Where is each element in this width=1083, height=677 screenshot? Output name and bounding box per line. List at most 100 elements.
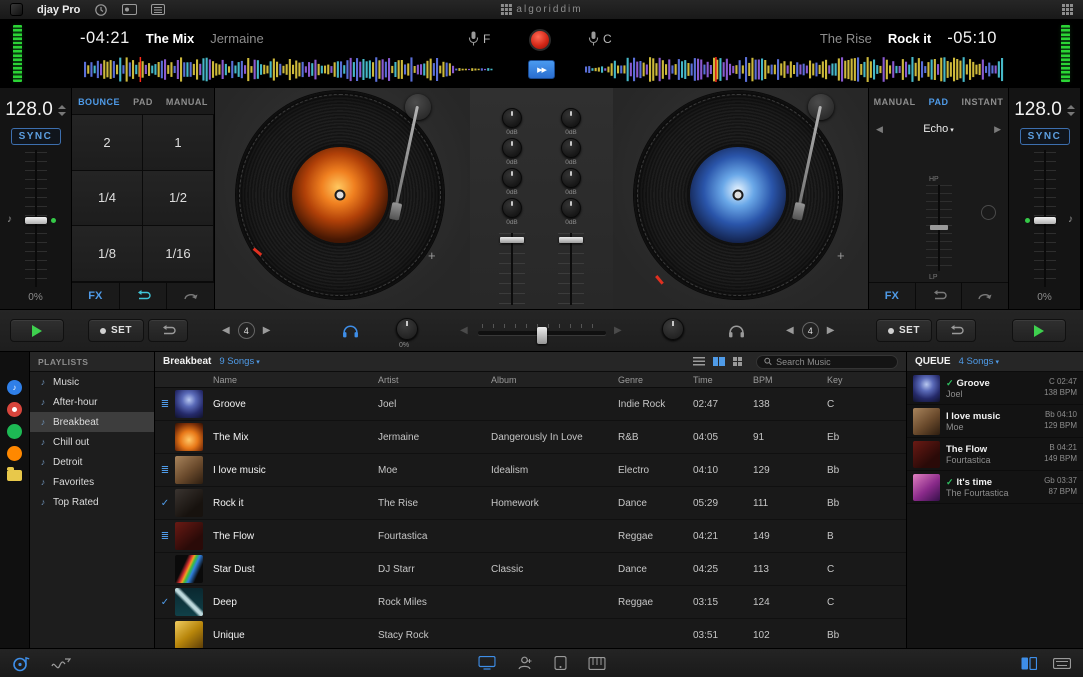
cue-mix-knob[interactable]: [396, 318, 418, 340]
track-row-the-flow[interactable]: ≣ The Flow Fourtastica Reggae 04:21 149 B: [155, 520, 906, 553]
deck-b-bpm-value[interactable]: 128.0: [1014, 99, 1062, 121]
deck-a-cue-set-button[interactable]: SET: [88, 319, 144, 342]
bpm-stepper[interactable]: [1066, 104, 1075, 116]
queue-item-i-love-music[interactable]: I love music Moe Bb 04:10 129 BPM: [907, 405, 1083, 438]
bpm-stepper[interactable]: [57, 104, 66, 116]
deck-b-play-button[interactable]: [1012, 319, 1066, 342]
sidebar-item-favorites[interactable]: ♪ Favorites: [30, 472, 154, 492]
queue-count-dropdown[interactable]: 4 Songs ▾: [959, 356, 999, 367]
deck-b-loop-button[interactable]: [936, 319, 976, 342]
deck-b-time-remaining[interactable]: -05:10: [947, 29, 997, 48]
deck-b-headphone-cue-icon[interactable]: [728, 324, 745, 341]
track-row-rock-it[interactable]: ✓ Rock it The Rise Homework Dance 05:29 111 Bb: [155, 487, 906, 520]
loop-pad-2[interactable]: 2: [72, 115, 143, 171]
sidebar-item-music[interactable]: ♪ Music: [30, 372, 154, 392]
beat-jump-amount[interactable]: 4: [237, 322, 255, 339]
sort-list-icon[interactable]: [692, 357, 705, 366]
fade-next-icon[interactable]: ▶: [614, 325, 622, 336]
decks-view-icon[interactable]: [122, 4, 138, 15]
column-header-album[interactable]: Album: [491, 375, 618, 385]
column-header-key[interactable]: Key: [827, 375, 906, 385]
fade-prev-icon[interactable]: ◀: [460, 325, 468, 336]
deck-a-sync-button[interactable]: SYNC: [10, 128, 61, 145]
deck-a-waveform[interactable]: [84, 57, 496, 82]
eq-knob[interactable]: [502, 168, 522, 188]
loop-pad-1-8[interactable]: 1/8: [72, 226, 143, 282]
deck-a-loop-button[interactable]: [148, 319, 188, 342]
eq-knob[interactable]: [561, 168, 581, 188]
deck-b-cue-set-button[interactable]: SET: [876, 319, 932, 342]
automix-next-button[interactable]: ▶▶: [528, 60, 555, 79]
track-row-deep[interactable]: ✓ Deep Rock Miles Reggae 03:15 124 C: [155, 586, 906, 619]
fx-mix-knob[interactable]: [662, 318, 684, 340]
deck-b-slip-button[interactable]: [962, 283, 1008, 309]
next-effect-arrow[interactable]: ▶: [994, 124, 1001, 135]
deck-a-bpm-value[interactable]: 128.0: [5, 99, 53, 121]
fx-amount-knob[interactable]: [981, 205, 996, 220]
loop-pad-1-4[interactable]: 1/4: [72, 170, 143, 227]
pitch-slider-handle[interactable]: [1033, 217, 1056, 225]
search-box[interactable]: [756, 354, 898, 369]
search-input[interactable]: [776, 356, 890, 367]
deck-b-platter[interactable]: [634, 91, 842, 299]
sidebar-item-breakbeat[interactable]: ♪ Breakbeat: [30, 412, 154, 432]
deck-a-loop-button[interactable]: [120, 283, 168, 309]
track-row-the-mix[interactable]: The Mix Jermaine Dangerously In Love R&B 04:…: [155, 421, 906, 454]
eq-knob[interactable]: [561, 198, 581, 218]
beat-jump-fwd[interactable]: ▶: [827, 325, 835, 336]
tab-pad[interactable]: PAD: [133, 97, 153, 107]
device-icon[interactable]: [554, 656, 566, 670]
sidebar-item-top-rated[interactable]: ♪ Top Rated: [30, 492, 154, 512]
deck-a-play-button[interactable]: [10, 319, 64, 342]
filter-slider[interactable]: HP LP: [926, 176, 952, 281]
queue-item-the-flow[interactable]: The Flow Fourtastica B 04:21 149 BPM: [907, 438, 1083, 471]
deck-b-loop-button[interactable]: [916, 283, 963, 309]
user-profile-icon[interactable]: [517, 656, 532, 670]
beat-jump-back[interactable]: ◀: [222, 325, 230, 336]
eq-knob[interactable]: [561, 108, 581, 128]
filter-handle[interactable]: [930, 225, 948, 230]
tab-bounce[interactable]: BOUNCE: [78, 97, 120, 107]
beat-jump-back[interactable]: ◀: [786, 325, 794, 336]
key-lock-icon[interactable]: ♪: [7, 214, 12, 225]
panels-toggle-icon[interactable]: [1021, 656, 1037, 670]
eq-knob[interactable]: [502, 138, 522, 158]
songs-count-dropdown[interactable]: 9 Songs ▾: [219, 356, 259, 367]
pitch-slider-handle[interactable]: [24, 217, 47, 225]
record-button[interactable]: [529, 29, 551, 51]
keyboard-icon[interactable]: [1053, 657, 1071, 669]
key-lock-icon[interactable]: ♪: [1068, 214, 1073, 225]
crossfader[interactable]: [478, 324, 606, 344]
display-output-icon[interactable]: [478, 656, 495, 670]
sync-status-icon[interactable]: [94, 3, 108, 17]
eq-knob[interactable]: [502, 108, 522, 128]
beat-jump-amount[interactable]: 4: [801, 322, 819, 339]
deck-b-sync-button[interactable]: SYNC: [1019, 128, 1070, 145]
tab-instant[interactable]: INSTANT: [962, 97, 1004, 107]
deck-a-pitch-slider[interactable]: ♪: [0, 150, 71, 287]
djay-library-source-icon[interactable]: ♪: [7, 380, 22, 395]
vinyl-source-icon[interactable]: [7, 402, 22, 417]
library-view-icon[interactable]: [151, 4, 166, 15]
apps-grid-icon[interactable]: [1062, 4, 1073, 15]
deck-b-waveform[interactable]: [585, 57, 1005, 82]
deck-a-time-remaining[interactable]: -04:21: [80, 29, 130, 48]
midi-controller-icon[interactable]: [588, 656, 605, 670]
tab-manual[interactable]: MANUAL: [166, 97, 208, 107]
tab-pad[interactable]: PAD: [929, 97, 949, 107]
channel-a-fader[interactable]: [499, 233, 525, 305]
deck-a-headphone-cue-icon[interactable]: [342, 324, 359, 341]
queue-item-it-s-time[interactable]: ✓ It's time The Fourtastica Gb 03:37 87 BPM: [907, 471, 1083, 504]
selected-effect[interactable]: Echo ▾: [883, 123, 994, 135]
queue-item-groove[interactable]: ✓ Groove Joel C 02:47 138 BPM: [907, 372, 1083, 405]
track-row-unique[interactable]: Unique Stacy Rock 03:51 102 Bb: [155, 619, 906, 648]
sidebar-item-detroit[interactable]: ♪ Detroit: [30, 452, 154, 472]
crossfader-handle[interactable]: [537, 327, 547, 344]
sidebar-item-chill-out[interactable]: ♪ Chill out: [30, 432, 154, 452]
tab-manual[interactable]: MANUAL: [874, 97, 916, 107]
column-header-artist[interactable]: Artist: [378, 375, 491, 385]
spotify-source-icon[interactable]: [7, 424, 22, 439]
column-header-time[interactable]: Time: [693, 375, 753, 385]
sidebar-item-after-hour[interactable]: ♪ After-hour: [30, 392, 154, 412]
prev-effect-arrow[interactable]: ◀: [876, 124, 883, 135]
